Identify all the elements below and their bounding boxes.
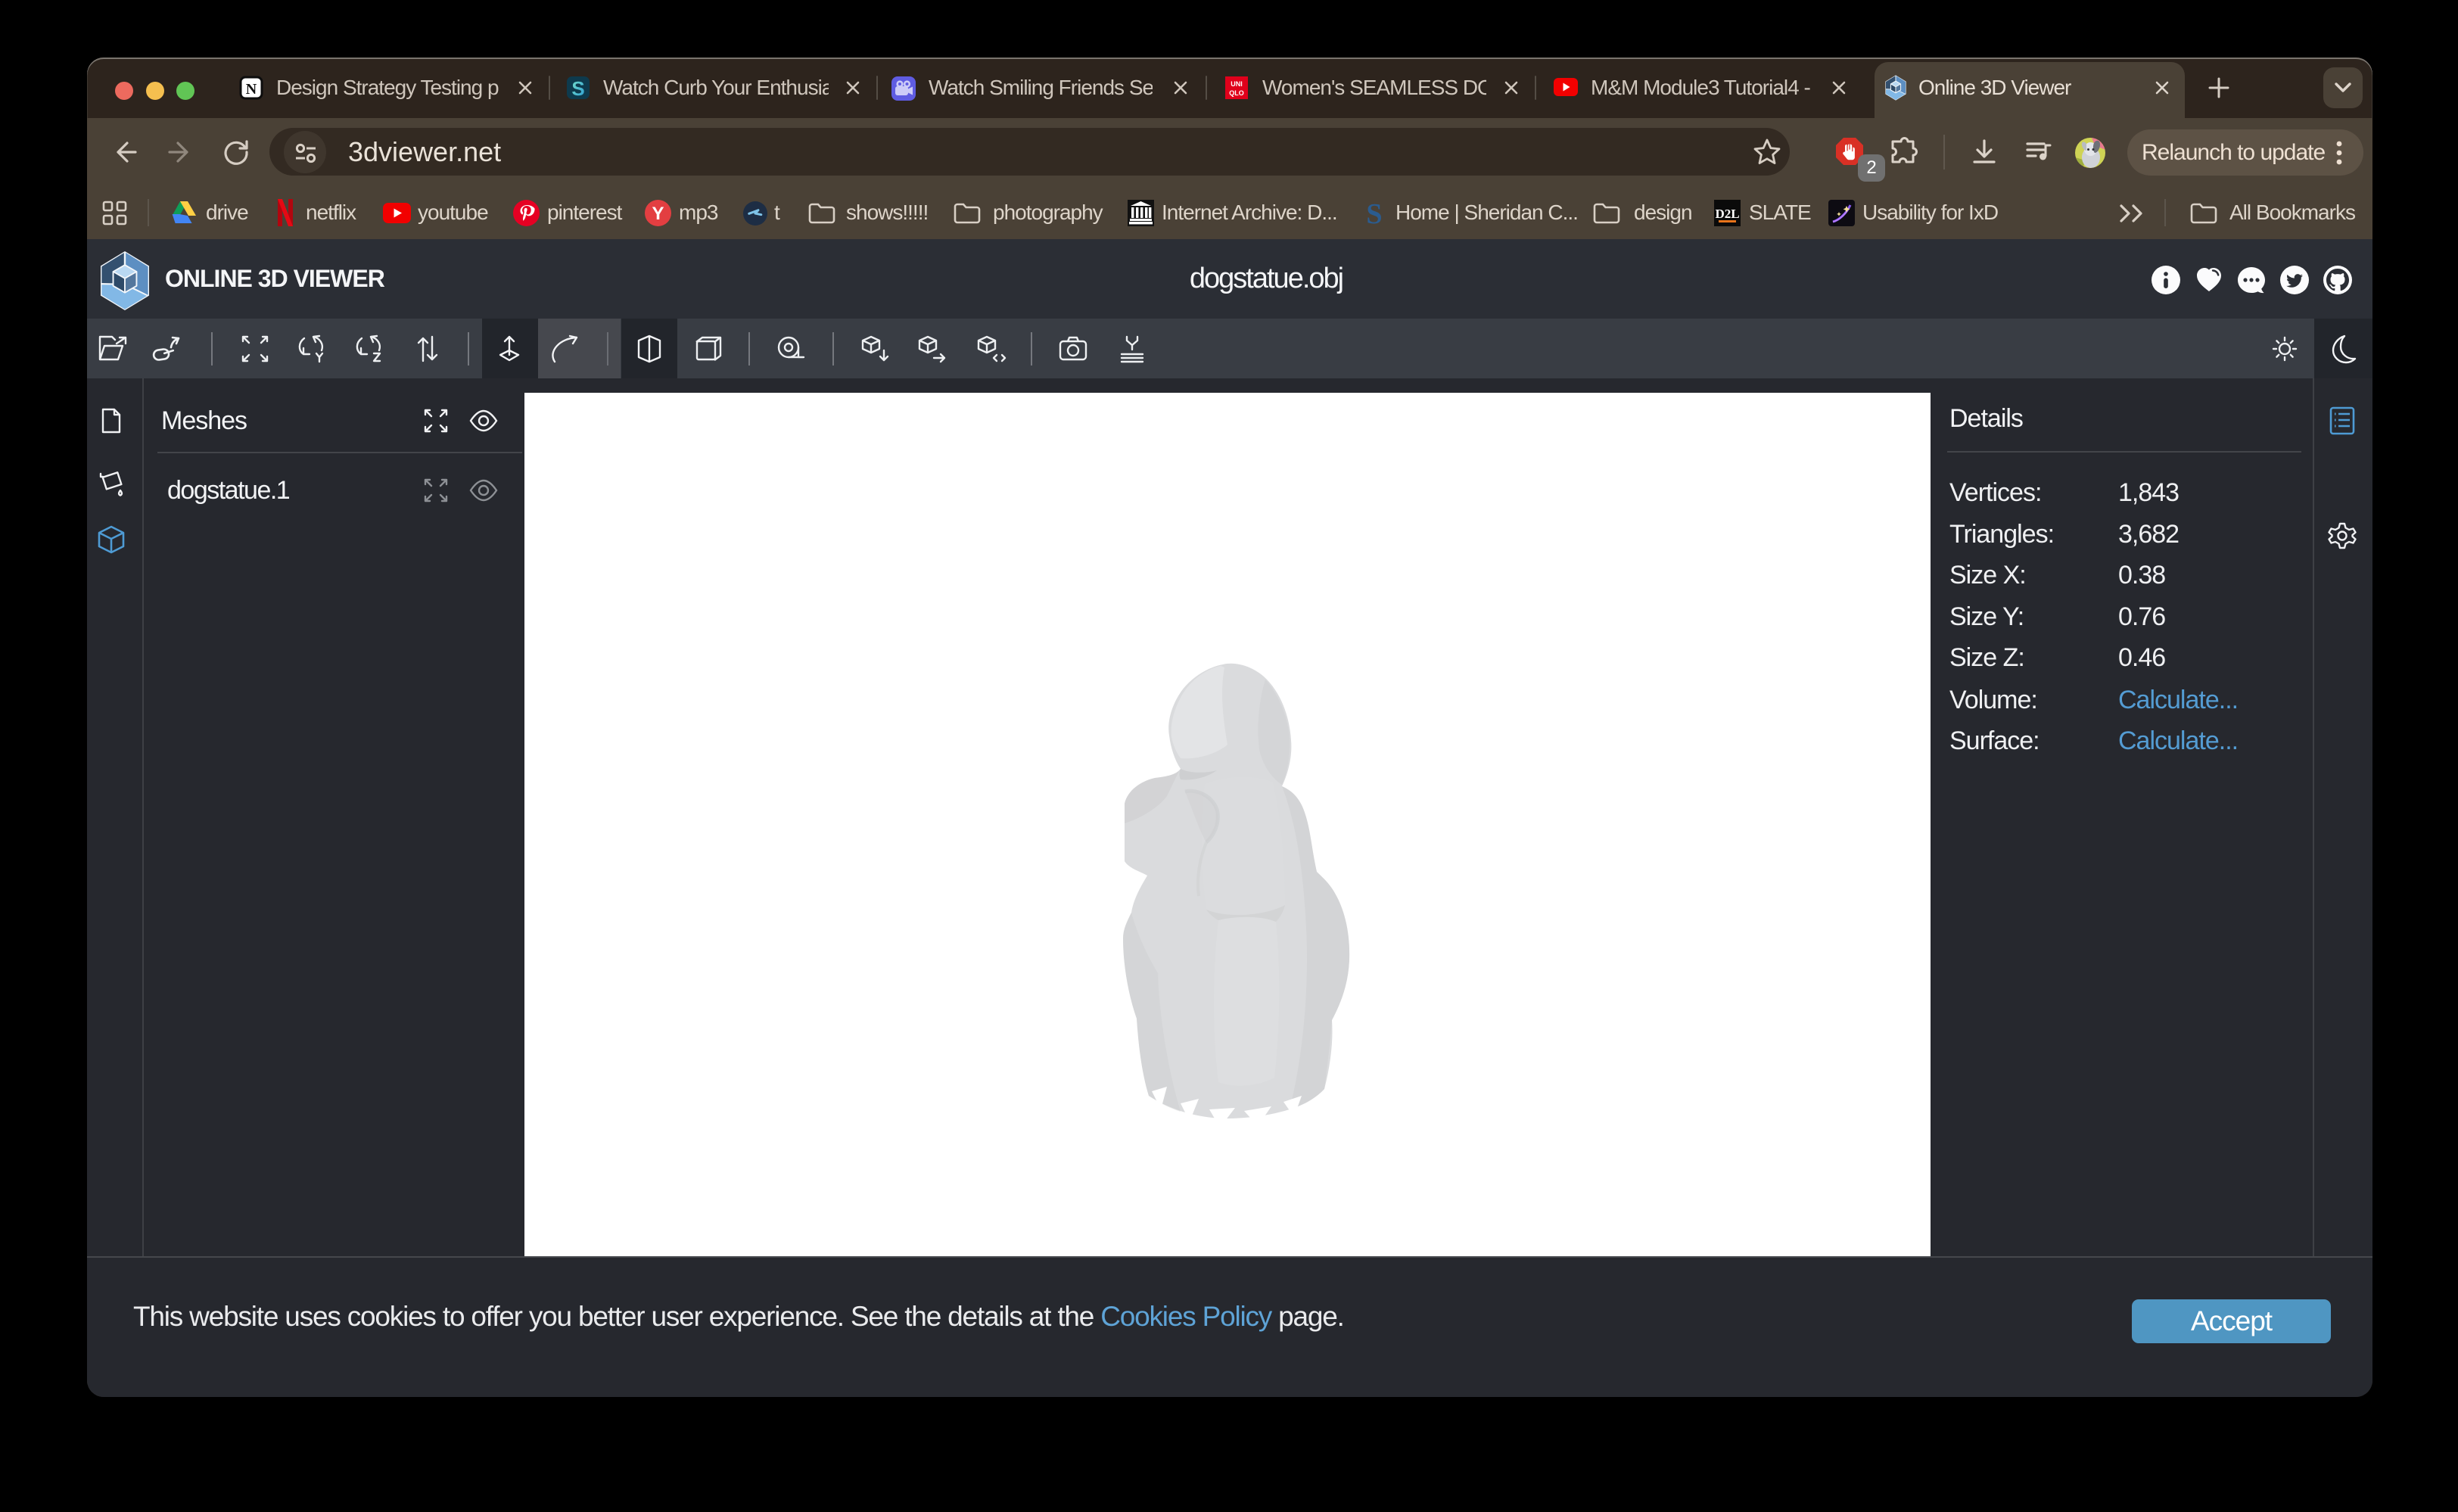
svg-text:QLO: QLO	[1229, 89, 1244, 97]
svg-text:N: N	[246, 81, 257, 98]
svg-text:D2L: D2L	[1715, 207, 1739, 221]
svg-text:UNI: UNI	[1231, 80, 1243, 88]
svg-text:S: S	[571, 77, 584, 100]
svg-text:Y: Y	[652, 204, 664, 224]
svg-text:S: S	[1366, 199, 1382, 227]
